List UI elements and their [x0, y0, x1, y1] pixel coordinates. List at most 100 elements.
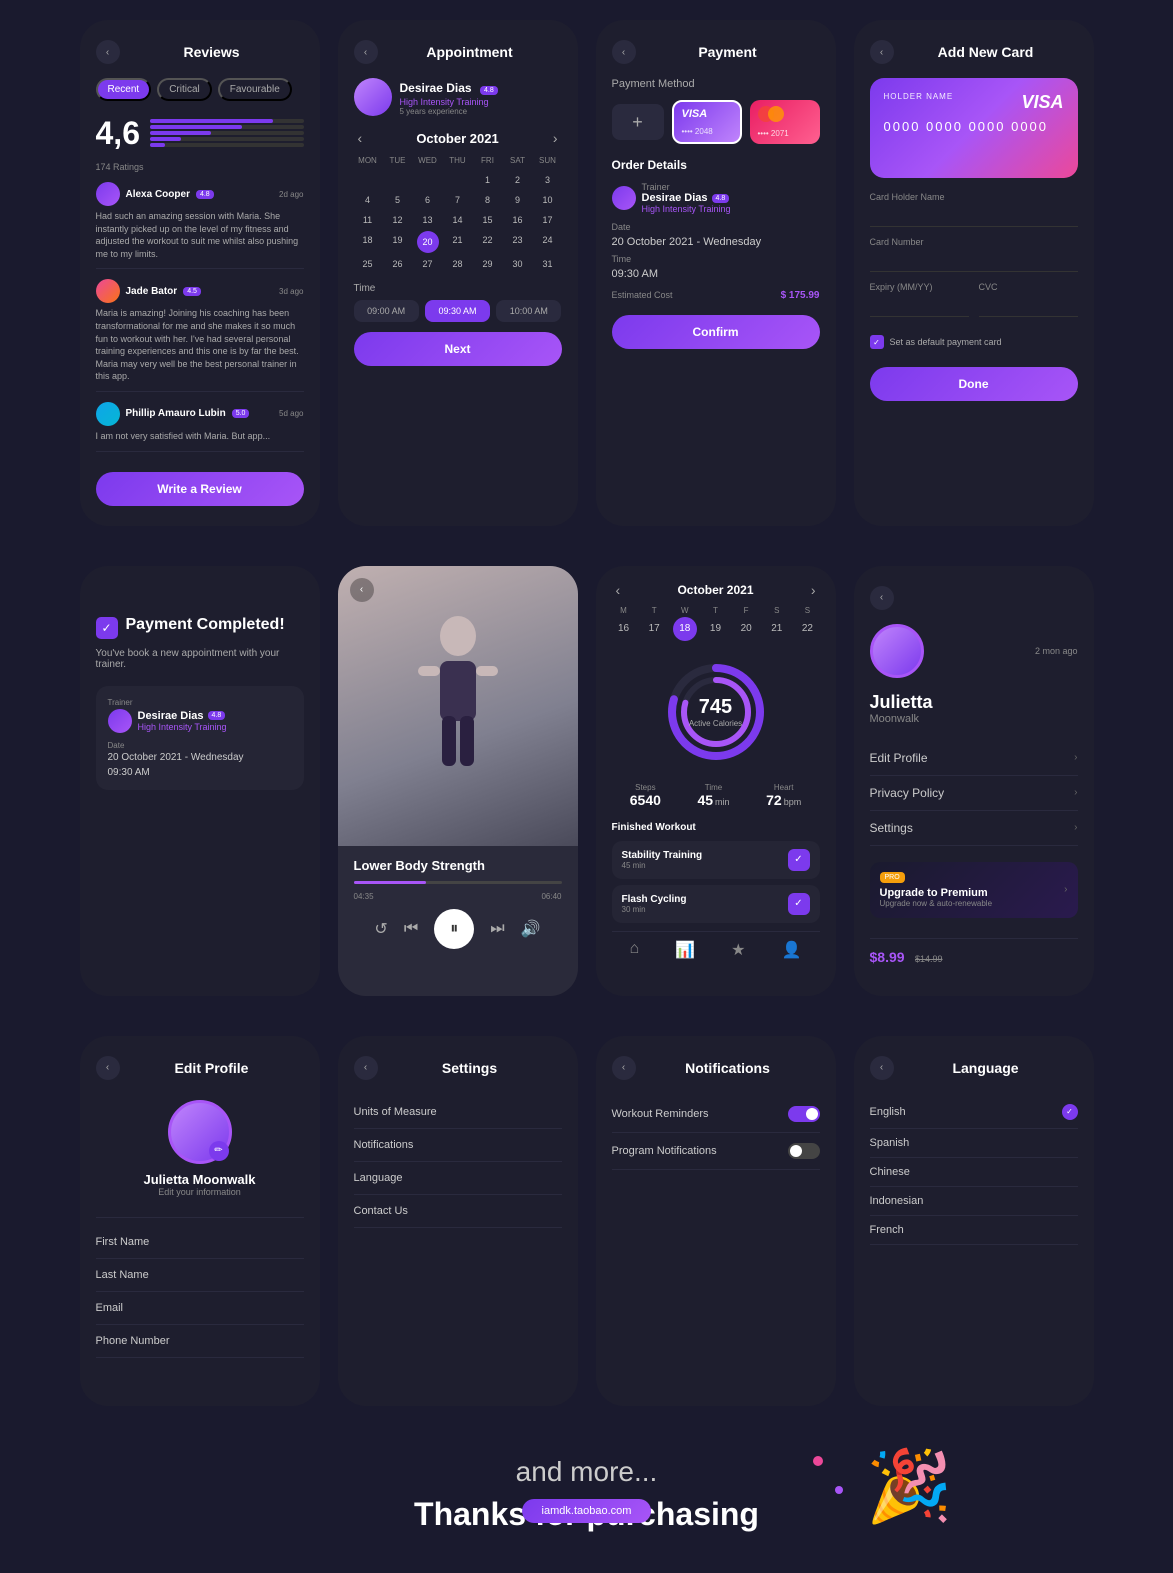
settings-units[interactable]: Units of Measure	[354, 1096, 562, 1129]
card-holder-label: Card Holder Name	[870, 192, 1078, 202]
time-chip-2[interactable]: 09:30 AM	[425, 300, 490, 322]
toggle-knob-2	[790, 1145, 802, 1157]
payment-header: ‹ Payment	[612, 40, 820, 64]
add-card-button[interactable]: +	[612, 104, 664, 140]
prev-button[interactable]: ⏮	[404, 920, 418, 938]
avatar-1	[96, 182, 120, 206]
volume-icon[interactable]: 🔊	[521, 919, 541, 939]
next-button-music[interactable]: ⏭	[490, 920, 504, 938]
reviewer-name-1: Alexa Cooper	[126, 189, 190, 200]
review-badge-3: 5.0	[232, 409, 250, 418]
row-2: ✓ Payment Completed! You've book a new a…	[0, 546, 1173, 1016]
tab-favourable[interactable]: Favourable	[218, 78, 292, 101]
reviewer-name-2: Jade Bator	[126, 286, 178, 297]
music-progress[interactable]	[354, 881, 562, 884]
toggle-2[interactable]	[788, 1143, 820, 1159]
back-button-ep[interactable]: ‹	[96, 1056, 120, 1080]
complete-title: Payment Completed!	[126, 616, 285, 634]
ratings-count: 174 Ratings	[96, 162, 304, 172]
row-3: ‹ Edit Profile ✏ Julietta Moonwalk Edit …	[0, 1016, 1173, 1426]
cal-next[interactable]: ›	[549, 130, 562, 146]
back-button-pay[interactable]: ‹	[612, 40, 636, 64]
time-chip-1[interactable]: 09:00 AM	[354, 300, 419, 322]
lang-item-indonesian[interactable]: Indonesian	[870, 1187, 1078, 1216]
ep-field-1[interactable]: First Name	[96, 1226, 304, 1259]
cvc-input[interactable]	[979, 296, 1078, 317]
activity-cal-prev[interactable]: ‹	[612, 582, 625, 598]
menu-privacy-policy[interactable]: Privacy Policy ›	[870, 776, 1078, 811]
card-holder-input[interactable]	[870, 206, 1078, 227]
ep-field-3[interactable]: Email	[96, 1292, 304, 1325]
chart-nav-icon[interactable]: 📊	[675, 940, 695, 960]
notif-label-1: Workout Reminders	[612, 1108, 709, 1120]
payment-trainer-avatar	[612, 186, 636, 210]
confirm-button[interactable]: Confirm	[612, 315, 820, 349]
pc-trainer-name: Desirae Dias	[138, 710, 204, 722]
back-button-card[interactable]: ‹	[870, 40, 894, 64]
card-number-input[interactable]	[870, 251, 1078, 272]
back-button-appt[interactable]: ‹	[354, 40, 378, 64]
wo-sub-2: 30 min	[622, 905, 687, 914]
menu-edit-profile[interactable]: Edit Profile ›	[870, 741, 1078, 776]
booking-detail-card: Trainer Desirae Dias 4.8 High Intensity …	[96, 686, 304, 790]
back-button-notif[interactable]: ‹	[612, 1056, 636, 1080]
expiry-label: Expiry (MM/YY)	[870, 282, 969, 292]
pay-date-val: 20 October 2021 - Wednesday	[612, 236, 820, 248]
selected-day[interactable]: 20	[417, 231, 439, 253]
done-button[interactable]: Done	[870, 367, 1078, 401]
activity-cal-next[interactable]: ›	[807, 582, 820, 598]
play-pause-button[interactable]: ⏸	[434, 909, 474, 949]
expiry-input[interactable]	[870, 296, 969, 317]
visa-card-1[interactable]: VISA •••• 2048	[672, 100, 742, 144]
settings-contact[interactable]: Contact Us	[354, 1195, 562, 1228]
pc-trainer-type: High Intensity Training	[138, 722, 227, 732]
pay-date-row: Date	[612, 222, 820, 232]
lang-item-spanish[interactable]: Spanish	[870, 1129, 1078, 1158]
menu-settings[interactable]: Settings ›	[870, 811, 1078, 846]
toggle-1[interactable]	[788, 1106, 820, 1122]
mastercard-card[interactable]: •••• 2071	[750, 100, 820, 144]
write-review-button[interactable]: Write a Review	[96, 472, 304, 506]
trainer-badge: 4.8	[480, 86, 498, 95]
time-chip-3[interactable]: 10:00 AM	[496, 300, 561, 322]
upgrade-row[interactable]: PRO Upgrade to Premium Upgrade now & aut…	[870, 862, 1078, 918]
default-checkbox[interactable]: ✓	[870, 335, 884, 349]
time-unit: min	[715, 797, 730, 807]
back-button-st[interactable]: ‹	[354, 1056, 378, 1080]
tab-critical[interactable]: Critical	[157, 78, 212, 101]
music-back-button[interactable]: ‹	[350, 578, 374, 602]
pay-trainer-name: Desirae Dias	[642, 192, 708, 204]
back-button-profile[interactable]: ‹	[870, 586, 894, 610]
payment-trainer-row: Trainer Desirae Dias 4.8 High Intensity …	[612, 182, 820, 214]
settings-notif[interactable]: Notifications	[354, 1129, 562, 1162]
reviewer-name-3: Phillip Amauro Lubin	[126, 408, 226, 419]
next-button[interactable]: Next	[354, 332, 562, 366]
settings-lang[interactable]: Language	[354, 1162, 562, 1195]
back-button[interactable]: ‹	[96, 40, 120, 64]
edit-avatar-icon[interactable]: ✏	[209, 1141, 229, 1161]
big-rating: 4,6	[96, 115, 140, 152]
tab-recent[interactable]: Recent	[96, 78, 152, 101]
lang-label-zh: Chinese	[870, 1166, 910, 1178]
lang-item-english[interactable]: English ✓	[870, 1096, 1078, 1129]
expiry-field: Expiry (MM/YY)	[870, 282, 969, 317]
profile-nav-icon[interactable]: 👤	[782, 940, 802, 960]
cal-prev[interactable]: ‹	[354, 130, 367, 146]
week-day-4: T 19	[703, 606, 727, 641]
privacy-policy-label: Privacy Policy	[870, 786, 945, 800]
workout-figure	[398, 606, 518, 806]
settings-label: Settings	[870, 821, 913, 835]
watermark: iamdk.taobao.com	[522, 1499, 652, 1523]
lang-item-chinese[interactable]: Chinese	[870, 1158, 1078, 1187]
music-total-time: 06:40	[541, 892, 561, 901]
ep-field-4[interactable]: Phone Number	[96, 1325, 304, 1358]
activity-card: ‹ October 2021 › M 16 T 17 W 18 T 19 F	[596, 566, 836, 996]
lang-item-french[interactable]: French	[870, 1216, 1078, 1245]
home-nav-icon[interactable]: ⌂	[630, 940, 640, 960]
profile-time: 2 mon ago	[1035, 646, 1078, 656]
activity-month: October 2021	[677, 583, 753, 597]
repeat-button[interactable]: ↺	[374, 919, 387, 939]
back-button-lang[interactable]: ‹	[870, 1056, 894, 1080]
ep-field-2[interactable]: Last Name	[96, 1259, 304, 1292]
star-nav-icon[interactable]: ★	[731, 940, 745, 960]
